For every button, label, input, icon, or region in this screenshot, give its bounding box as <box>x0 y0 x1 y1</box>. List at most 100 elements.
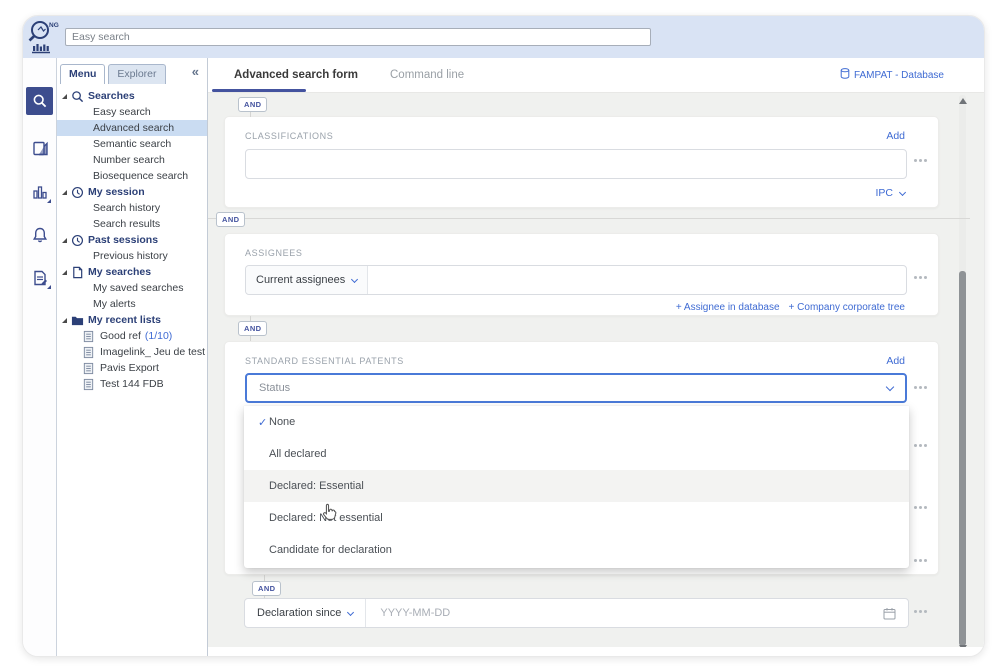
tree-item-label: Search results <box>93 218 160 230</box>
declaration-type-dropdown[interactable]: Declaration since <box>245 599 366 627</box>
assignees-input[interactable] <box>368 266 906 294</box>
option-all-declared[interactable]: All declared <box>244 438 909 470</box>
expander-icon[interactable] <box>62 270 67 275</box>
sidebar-tabs: Menu Explorer « <box>57 58 207 84</box>
option-declared-essential[interactable]: Declared: Essential <box>244 470 909 502</box>
submenu-arrow-icon <box>47 285 51 289</box>
more-options-button[interactable] <box>914 272 928 282</box>
tree-group-my-session[interactable]: My session <box>57 184 207 200</box>
tree-group-label: My recent lists <box>88 314 161 326</box>
tree-group-label: Past sessions <box>88 234 158 246</box>
tree-item-semantic-search[interactable]: Semantic search <box>57 136 207 152</box>
tree-item-good-ref[interactable]: Good ref(1/10) <box>57 328 207 344</box>
tree-item-label: Imagelink_ Jeu de test qu <box>100 344 207 360</box>
and-connector[interactable]: AND <box>238 97 267 112</box>
option-label: All declared <box>269 448 326 460</box>
option-label: Candidate for declaration <box>269 544 392 556</box>
tab-advanced-search-form[interactable]: Advanced search form <box>234 69 358 81</box>
tree-item-label: Semantic search <box>93 138 171 150</box>
more-options-button[interactable] <box>914 382 928 392</box>
folder-icon <box>71 314 84 327</box>
option-none[interactable]: ✓None <box>244 406 909 438</box>
app-body: Menu Explorer « SearchesEasy searchAdvan… <box>23 58 984 657</box>
more-options-button[interactable] <box>914 606 928 616</box>
tree-group-searches[interactable]: Searches <box>57 88 207 104</box>
tree-item-search-history[interactable]: Search history <box>57 200 207 216</box>
scrollbar-thumb[interactable] <box>959 271 966 646</box>
tree-group-past-sessions[interactable]: Past sessions <box>57 232 207 248</box>
tree-item-pavis-export[interactable]: Pavis Export <box>57 360 207 376</box>
chevron-down-icon <box>886 382 894 390</box>
search-icon[interactable] <box>26 87 53 115</box>
and-connector[interactable]: AND <box>216 212 245 227</box>
tab-command-line[interactable]: Command line <box>390 69 464 81</box>
tree-item-label: Good ref <box>100 328 141 344</box>
scroll-up-arrow-icon[interactable] <box>959 98 967 104</box>
analytics-icon[interactable] <box>31 183 49 201</box>
notifications-icon[interactable] <box>31 226 49 244</box>
tree-item-my-saved-searches[interactable]: My saved searches <box>57 280 207 296</box>
more-options-button[interactable] <box>914 440 928 450</box>
sep-status-select[interactable]: Status <box>245 373 907 403</box>
option-label: None <box>269 416 295 428</box>
tree-group-my-recent-lists[interactable]: My recent lists <box>57 312 207 328</box>
calendar-icon[interactable] <box>883 607 896 620</box>
assignee-type-dropdown[interactable]: Current assignees <box>246 266 368 294</box>
tree-group-label: Searches <box>88 90 135 102</box>
main-panel: Advanced search form Command line FAMPAT… <box>208 58 984 657</box>
database-selector[interactable]: FAMPAT - Database <box>840 68 944 82</box>
company-corporate-tree-link[interactable]: + Company corporate tree <box>789 302 905 313</box>
chevron-down-icon <box>347 608 354 615</box>
option-declared-not-essential[interactable]: Declared: Not essential <box>244 502 909 534</box>
tree-item-test-144-fdb[interactable]: Test 144 FDB <box>57 376 207 392</box>
clock-icon <box>71 186 84 199</box>
reports-icon[interactable] <box>31 140 49 158</box>
status-placeholder: Status <box>259 382 887 394</box>
tree-item-previous-history[interactable]: Previous history <box>57 248 207 264</box>
tree-item-label: My saved searches <box>93 282 183 294</box>
classifications-input[interactable] <box>246 150 906 178</box>
easy-search-input[interactable] <box>65 28 651 46</box>
tree-item-label: My alerts <box>93 298 136 310</box>
option-candidate-for-declaration[interactable]: Candidate for declaration <box>244 534 909 566</box>
collapse-sidebar-icon[interactable]: « <box>192 64 199 79</box>
tree-item-biosequence-search[interactable]: Biosequence search <box>57 168 207 184</box>
add-sep-link[interactable]: Add <box>886 355 905 367</box>
app-logo-icon[interactable]: NG <box>23 19 63 55</box>
expander-icon[interactable] <box>62 238 67 243</box>
check-icon: ✓ <box>244 416 269 429</box>
assignees-section: ASSIGNEES Current assignees + Assignee i… <box>224 233 939 316</box>
classification-scheme-selector[interactable]: IPC <box>875 187 905 199</box>
add-classification-link[interactable]: Add <box>886 130 905 142</box>
doc-icon <box>71 266 84 279</box>
tree-item-my-alerts[interactable]: My alerts <box>57 296 207 312</box>
date-input[interactable]: YYYY-MM-DD <box>366 607 883 619</box>
nav-tree: Searches Easy searchAdvanced search Semant… <box>57 84 207 392</box>
tab-explorer[interactable]: Explorer <box>108 64 165 84</box>
more-options-button[interactable] <box>914 502 928 512</box>
tree-item-number-search[interactable]: Number search <box>57 152 207 168</box>
app-window: NG <box>22 15 985 657</box>
tree-item-search-results[interactable]: Search results <box>57 216 207 232</box>
export-icon[interactable] <box>31 269 49 287</box>
tree-item-imagelink-jeu-de-test-qu[interactable]: Imagelink_ Jeu de test qu <box>57 344 207 360</box>
tab-menu[interactable]: Menu <box>60 64 105 84</box>
more-options-button[interactable] <box>914 155 928 165</box>
database-icon <box>840 68 850 82</box>
expander-icon[interactable] <box>62 190 67 195</box>
and-connector[interactable]: AND <box>252 581 281 596</box>
assignee-in-database-link[interactable]: + Assignee in database <box>676 302 780 313</box>
tree-group-my-searches[interactable]: My searches <box>57 264 207 280</box>
expander-icon[interactable] <box>62 94 67 99</box>
tree-item-label: Biosequence search <box>93 170 188 182</box>
and-connector[interactable]: AND <box>238 321 267 336</box>
tree-item-easy-search[interactable]: Easy search <box>57 104 207 120</box>
more-options-button[interactable] <box>914 555 928 565</box>
list-icon <box>82 330 95 343</box>
tree-group-label: My searches <box>88 266 151 278</box>
svg-text:NG: NG <box>49 22 59 29</box>
connector-line <box>208 218 970 219</box>
tree-item-advanced-search[interactable]: Advanced search <box>57 120 207 136</box>
expander-icon[interactable] <box>62 318 67 323</box>
database-label: FAMPAT - Database <box>854 70 944 81</box>
